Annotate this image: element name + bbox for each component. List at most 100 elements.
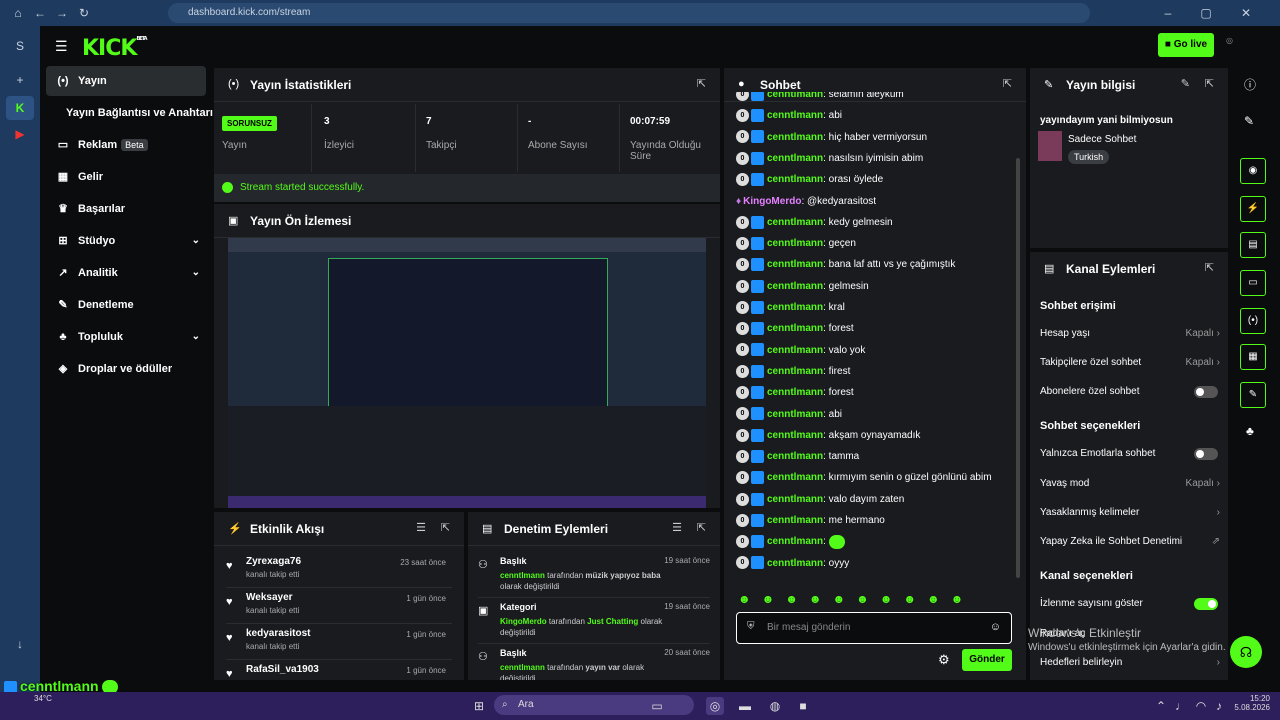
emoji-icon[interactable]: ☺ bbox=[990, 621, 1001, 633]
chat-username[interactable]: cenntlmann bbox=[767, 281, 823, 292]
chat-icon[interactable]: ▭ bbox=[1240, 270, 1266, 296]
stream-category[interactable]: Sadece Sohbet bbox=[1068, 134, 1136, 145]
setting-followers-only[interactable]: Takipçilere özel sohbet Kapalı › bbox=[1040, 353, 1220, 373]
nav-basarilar[interactable]: ♛ Başarılar bbox=[46, 194, 206, 224]
home-icon[interactable]: ⌂ bbox=[10, 5, 26, 21]
toggle-switch[interactable] bbox=[1194, 598, 1218, 610]
youtube-tab-icon[interactable]: ▶ bbox=[6, 122, 34, 146]
obs-icon[interactable]: ◎ bbox=[706, 697, 724, 715]
add-icon[interactable]: + bbox=[6, 68, 34, 92]
chat-username[interactable]: cenntlmann bbox=[767, 387, 823, 398]
support-icon[interactable]: ☊ bbox=[1230, 636, 1262, 668]
nav-analitik[interactable]: ↗ Analitik ⌄ bbox=[46, 258, 206, 288]
setting-subscribers-only[interactable]: Abonelere özel sohbet bbox=[1040, 382, 1220, 402]
send-button[interactable]: Gönder bbox=[962, 649, 1012, 671]
forward-icon[interactable]: → bbox=[54, 5, 70, 21]
close-icon[interactable]: ✕ bbox=[1238, 5, 1254, 21]
popout-icon[interactable]: ⇱ bbox=[441, 521, 450, 534]
app-icon[interactable]: ■ bbox=[794, 697, 812, 715]
chat-username[interactable]: cenntlmann bbox=[767, 451, 823, 462]
chat-username[interactable]: cenntlmann bbox=[767, 302, 823, 313]
event-user[interactable]: RafaSil_va1903 bbox=[246, 664, 319, 675]
channel-avatar[interactable]: ◎ bbox=[1226, 36, 1252, 56]
windows-start-icon[interactable]: ⊞ bbox=[470, 697, 488, 715]
chat-messages[interactable]: 0 cenntlmann: selamın aleykum 0 cenntlmann:… bbox=[724, 92, 1026, 582]
mic-icon[interactable]: ♩ bbox=[1172, 697, 1190, 715]
chat-username[interactable]: cenntlmann bbox=[767, 536, 823, 547]
filter-icon[interactable]: ☰ bbox=[416, 521, 426, 534]
edit-icon[interactable]: ✎ bbox=[1244, 114, 1254, 128]
nav-yayin[interactable]: (•) Yayın bbox=[46, 66, 206, 96]
setting-banned-words[interactable]: Yasaklanmış kelimeler › bbox=[1040, 503, 1220, 523]
task-view-icon[interactable]: ▭ bbox=[648, 697, 666, 715]
go-live-button[interactable]: ■ Go live bbox=[1158, 33, 1214, 57]
chat-username[interactable]: cenntlmann bbox=[767, 472, 823, 483]
kick-tab-icon[interactable]: K bbox=[6, 96, 34, 120]
nav-denetleme[interactable]: ✎ Denetleme bbox=[46, 290, 206, 320]
chat-username[interactable]: cenntlmann bbox=[767, 323, 823, 334]
download-icon[interactable]: ↓ bbox=[6, 632, 34, 656]
popout-icon[interactable]: ⇱ bbox=[1003, 77, 1012, 90]
address-bar[interactable]: dashboard.kick.com/stream bbox=[168, 3, 1090, 23]
chevron-up-icon[interactable]: ⌃ bbox=[1152, 697, 1170, 715]
setting-ai-moderation[interactable]: Yapay Zeka ile Sohbet Denetimi ⇗ bbox=[1040, 532, 1220, 552]
chat-username[interactable]: cenntlmann bbox=[767, 515, 823, 526]
lightning-icon[interactable]: ⚡ bbox=[1240, 196, 1266, 222]
event-user[interactable]: Zyrexaga76 bbox=[246, 556, 301, 567]
setting-goals[interactable]: Hedefleri belirleyin › bbox=[1040, 653, 1220, 673]
settings-icon[interactable]: ▦ bbox=[1240, 344, 1266, 370]
chrome-icon[interactable]: ◍ bbox=[766, 697, 784, 715]
chat-username[interactable]: cenntlmann bbox=[767, 430, 823, 441]
popout-icon[interactable]: ⇱ bbox=[697, 521, 706, 534]
chat-username[interactable]: cenntlmann bbox=[767, 217, 823, 228]
chat-username[interactable]: cenntlmann bbox=[767, 132, 823, 143]
minimize-icon[interactable]: – bbox=[1160, 5, 1176, 21]
document-icon[interactable]: ▤ bbox=[1240, 232, 1266, 258]
chat-username[interactable]: cenntlmann bbox=[767, 92, 823, 100]
nav-topluluk[interactable]: ♣ Topluluk ⌄ bbox=[46, 322, 206, 352]
community-icon[interactable]: ♣ bbox=[1246, 424, 1254, 438]
chat-scrollbar[interactable] bbox=[1016, 158, 1020, 578]
reload-icon[interactable]: ↻ bbox=[76, 5, 92, 21]
chat-username[interactable]: cenntlmann bbox=[767, 110, 823, 121]
toggle-switch[interactable] bbox=[1194, 448, 1218, 460]
chat-username[interactable]: cenntlmann bbox=[767, 409, 823, 420]
info-icon[interactable]: ⓘ bbox=[1244, 76, 1256, 93]
event-user[interactable]: kedyarasitost bbox=[246, 628, 310, 639]
chat-username[interactable]: cenntlmann bbox=[767, 345, 823, 356]
chat-username[interactable]: cenntlmann bbox=[767, 558, 823, 569]
toggle-switch[interactable] bbox=[1194, 386, 1218, 398]
chat-username[interactable]: cenntlmann bbox=[767, 174, 823, 185]
chat-username[interactable]: cenntlmann bbox=[767, 366, 823, 377]
volume-icon[interactable]: ♪ bbox=[1210, 697, 1228, 715]
nav-gelir[interactable]: ▦ Gelir bbox=[46, 162, 206, 192]
kick-logo[interactable]: KICKBETA bbox=[82, 36, 148, 61]
edit-icon[interactable]: ✎ bbox=[1181, 77, 1190, 90]
wrench-icon[interactable]: ✎ bbox=[1240, 382, 1266, 408]
chat-username[interactable]: cenntlmann bbox=[767, 238, 823, 249]
event-user[interactable]: Weksayer bbox=[246, 592, 293, 603]
setting-slow-mode[interactable]: Yavaş mod Kapalı › bbox=[1040, 474, 1220, 494]
chat-input[interactable]: ⛨ Bir mesaj gönderin ☺ bbox=[736, 612, 1012, 644]
chat-username[interactable]: KingoMerdo bbox=[743, 196, 801, 207]
chat-username[interactable]: cenntlmann bbox=[767, 153, 823, 164]
popout-icon[interactable]: ⇱ bbox=[1205, 77, 1214, 90]
chat-username[interactable]: cenntlmann bbox=[767, 259, 823, 270]
setting-account-age[interactable]: Hesap yaşı Kapalı › bbox=[1040, 324, 1220, 344]
gear-icon[interactable]: ⚙ bbox=[938, 652, 950, 668]
folder-icon[interactable]: ▬ bbox=[736, 697, 754, 715]
nav-studyo[interactable]: ⊞ Stüdyo ⌄ bbox=[46, 226, 206, 256]
popout-icon[interactable]: ⇱ bbox=[1205, 261, 1214, 274]
chat-username[interactable]: cenntlmann bbox=[767, 494, 823, 505]
stream-preview-video[interactable] bbox=[228, 238, 706, 508]
wifi-icon[interactable]: ◠ bbox=[1192, 697, 1210, 715]
back-icon[interactable]: ← bbox=[32, 5, 48, 21]
nav-reklam[interactable]: ▭ Reklam Beta bbox=[46, 130, 206, 160]
profile-icon[interactable]: S bbox=[6, 34, 34, 58]
setting-emote-only[interactable]: Yalnızca Emotlarla sohbet bbox=[1040, 444, 1220, 464]
setting-show-viewcount[interactable]: İzlenme sayısını göster bbox=[1040, 594, 1220, 614]
broadcast-icon[interactable]: (•) bbox=[1240, 308, 1266, 334]
clock[interactable]: 15:20 5.08.2026 bbox=[1230, 694, 1270, 712]
maximize-icon[interactable]: ▢ bbox=[1198, 5, 1214, 21]
popout-icon[interactable]: ⇱ bbox=[697, 77, 706, 90]
